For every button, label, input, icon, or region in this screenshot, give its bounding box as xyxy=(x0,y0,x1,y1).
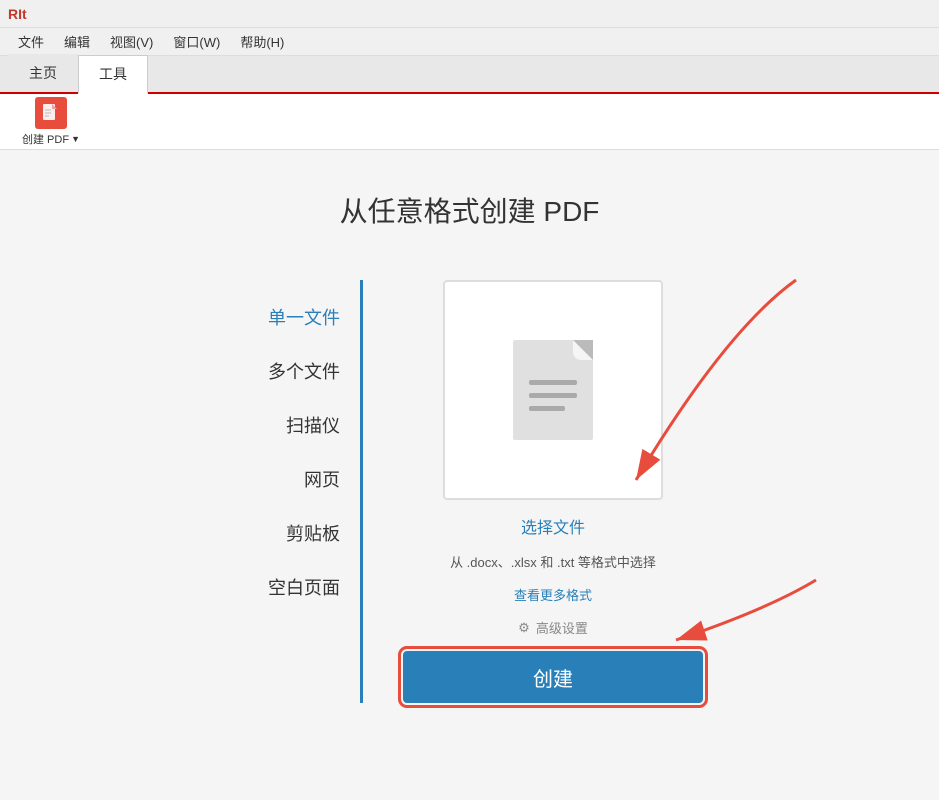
nav-multiple-files[interactable]: 多个文件 xyxy=(236,344,356,398)
nav-scanner[interactable]: 扫描仪 xyxy=(236,398,356,452)
tab-home[interactable]: 主页 xyxy=(8,54,78,92)
nav-blank-page[interactable]: 空白页面 xyxy=(236,560,356,614)
menu-window[interactable]: 窗口(W) xyxy=(163,28,230,55)
gear-icon: ⚙ xyxy=(518,620,530,636)
menu-help[interactable]: 帮助(H) xyxy=(230,28,294,55)
file-line-3 xyxy=(529,406,565,411)
left-nav: 单一文件 多个文件 扫描仪 网页 剪贴板 空白页面 xyxy=(236,280,356,703)
page-title: 从任意格式创建 PDF xyxy=(340,190,600,230)
nav-single-file[interactable]: 单一文件 xyxy=(236,290,356,344)
tab-bar: 主页 工具 xyxy=(0,56,939,94)
menu-bar: 文件 编辑 视图(V) 窗口(W) 帮助(H) xyxy=(0,28,939,56)
menu-file[interactable]: 文件 xyxy=(8,28,54,55)
advanced-settings[interactable]: ⚙ 高级设置 xyxy=(518,618,588,637)
nav-webpage[interactable]: 网页 xyxy=(236,452,356,506)
nav-section: 单一文件 多个文件 扫描仪 网页 剪贴板 空白页面 xyxy=(236,280,363,703)
menu-view[interactable]: 视图(V) xyxy=(100,28,163,55)
nav-clipboard[interactable]: 剪贴板 xyxy=(236,506,356,560)
create-pdf-icon xyxy=(35,97,67,129)
advanced-settings-label: 高级设置 xyxy=(536,618,588,637)
toolbar: 创建 PDF ▼ xyxy=(0,94,939,150)
file-line-1 xyxy=(529,380,577,385)
menu-edit[interactable]: 编辑 xyxy=(54,28,100,55)
tab-tools[interactable]: 工具 xyxy=(78,55,148,94)
content-wrapper: 单一文件 多个文件 扫描仪 网页 剪贴板 空白页面 xyxy=(236,280,703,703)
select-file-link[interactable]: 选择文件 xyxy=(521,514,585,538)
main-content: 从任意格式创建 PDF 单一文件 多个文件 扫描仪 网页 剪贴板 空白页面 xyxy=(0,150,939,800)
create-pdf-label: 创建 PDF ▼ xyxy=(22,131,80,147)
create-button[interactable]: 创建 xyxy=(403,651,703,703)
right-panel: 选择文件 从 .docx、.xlsx 和 .txt 等格式中选择 查看更多格式 … xyxy=(363,280,703,703)
create-pdf-toolbar-btn[interactable]: 创建 PDF ▼ xyxy=(12,93,90,151)
file-lines xyxy=(529,380,577,411)
more-formats-link[interactable]: 查看更多格式 xyxy=(514,585,592,604)
app-brand: RIt xyxy=(8,6,27,22)
title-bar: RIt xyxy=(0,0,939,28)
file-line-2 xyxy=(529,393,577,398)
file-document-icon xyxy=(513,340,593,440)
file-drop-area[interactable] xyxy=(443,280,663,500)
file-desc: 从 .docx、.xlsx 和 .txt 等格式中选择 xyxy=(450,552,656,571)
